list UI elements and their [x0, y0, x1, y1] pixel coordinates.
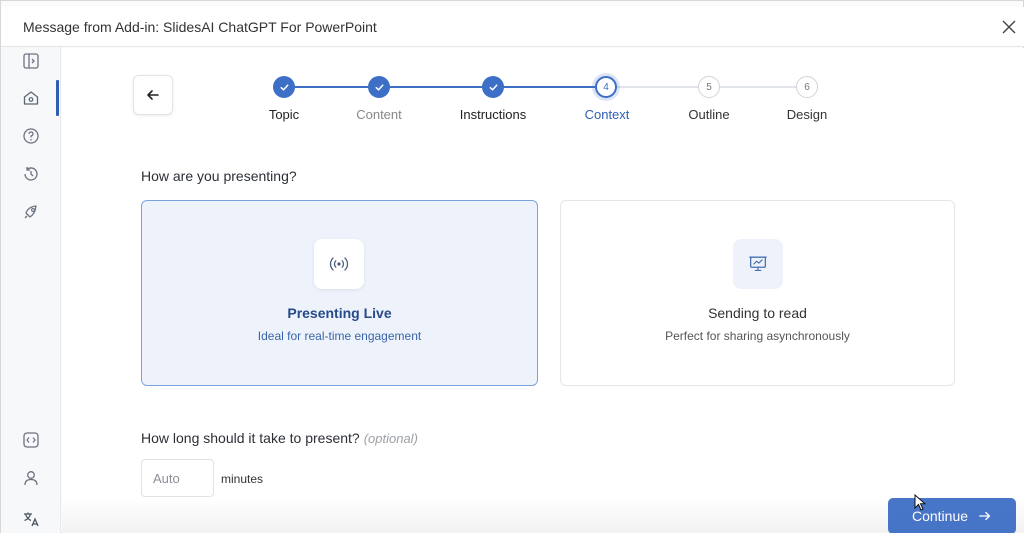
- window-title: Message from Add-in: SlidesAI ChatGPT Fo…: [23, 19, 377, 35]
- step-circle-design[interactable]: 6: [796, 76, 818, 98]
- step-circle-outline[interactable]: 5: [698, 76, 720, 98]
- minutes-unit-label: minutes: [221, 472, 264, 486]
- mouse-cursor-icon: [914, 494, 926, 511]
- option-subtitle: Ideal for real-time engagement: [257, 329, 422, 343]
- check-icon: [375, 83, 383, 91]
- step-label-context[interactable]: Context: [585, 107, 630, 122]
- close-icon[interactable]: [999, 17, 1019, 37]
- user-icon[interactable]: [21, 468, 41, 488]
- step-label-content[interactable]: Content: [356, 107, 402, 122]
- code-icon[interactable]: [21, 430, 41, 450]
- step-circle-topic[interactable]: [273, 76, 295, 98]
- step-label-design[interactable]: Design: [787, 107, 827, 122]
- check-icon: [280, 83, 288, 91]
- option-card-presenting-live[interactable]: Presenting Live Ideal for real-time enga…: [141, 200, 538, 386]
- step-label-instructions[interactable]: Instructions: [460, 107, 526, 122]
- step-label-topic[interactable]: Topic: [269, 107, 299, 122]
- duration-input[interactable]: [141, 459, 214, 497]
- add-in-dialog: Message from Add-in: SlidesAI ChatGPT Fo…: [0, 0, 1024, 533]
- duration-question-text: How long should it take to present?: [141, 430, 360, 446]
- sidebar-active-indicator: [56, 80, 59, 116]
- presentation-board-icon: [733, 239, 783, 289]
- broadcast-icon: [314, 239, 364, 289]
- step-circle-instructions[interactable]: [482, 76, 504, 98]
- check-icon: [489, 83, 497, 91]
- duration-question: How long should it take to present? (opti…: [141, 430, 418, 446]
- option-card-sending-to-read[interactable]: Sending to read Perfect for sharing asyn…: [560, 200, 955, 386]
- translate-icon[interactable]: [21, 509, 41, 529]
- continue-button[interactable]: Continue: [888, 498, 1016, 533]
- presentation-mode-question: How are you presenting?: [141, 168, 297, 184]
- stepper-line-complete: [295, 86, 605, 88]
- history-icon[interactable]: [21, 164, 41, 184]
- option-title: Presenting Live: [287, 305, 392, 321]
- sidebar: [1, 47, 61, 533]
- bottom-scroll-fade: [62, 498, 1024, 533]
- title-bar: Message from Add-in: SlidesAI ChatGPT Fo…: [1, 7, 1024, 47]
- step-circle-content[interactable]: [368, 76, 390, 98]
- home-icon[interactable]: [21, 88, 41, 108]
- panel-icon[interactable]: [21, 51, 41, 71]
- step-label-outline[interactable]: Outline: [688, 107, 729, 122]
- help-icon[interactable]: [21, 126, 41, 146]
- progress-stepper: 4 5 6 Topic Content Instructions Context…: [62, 48, 1024, 138]
- option-subtitle: Perfect for sharing asynchronously: [665, 329, 850, 343]
- main-content: 4 5 6 Topic Content Instructions Context…: [62, 48, 1024, 533]
- rocket-icon[interactable]: [21, 202, 41, 222]
- optional-label: (optional): [363, 431, 418, 446]
- option-title: Sending to read: [708, 305, 807, 321]
- step-circle-context[interactable]: 4: [595, 76, 617, 98]
- arrow-right-icon: [979, 511, 991, 521]
